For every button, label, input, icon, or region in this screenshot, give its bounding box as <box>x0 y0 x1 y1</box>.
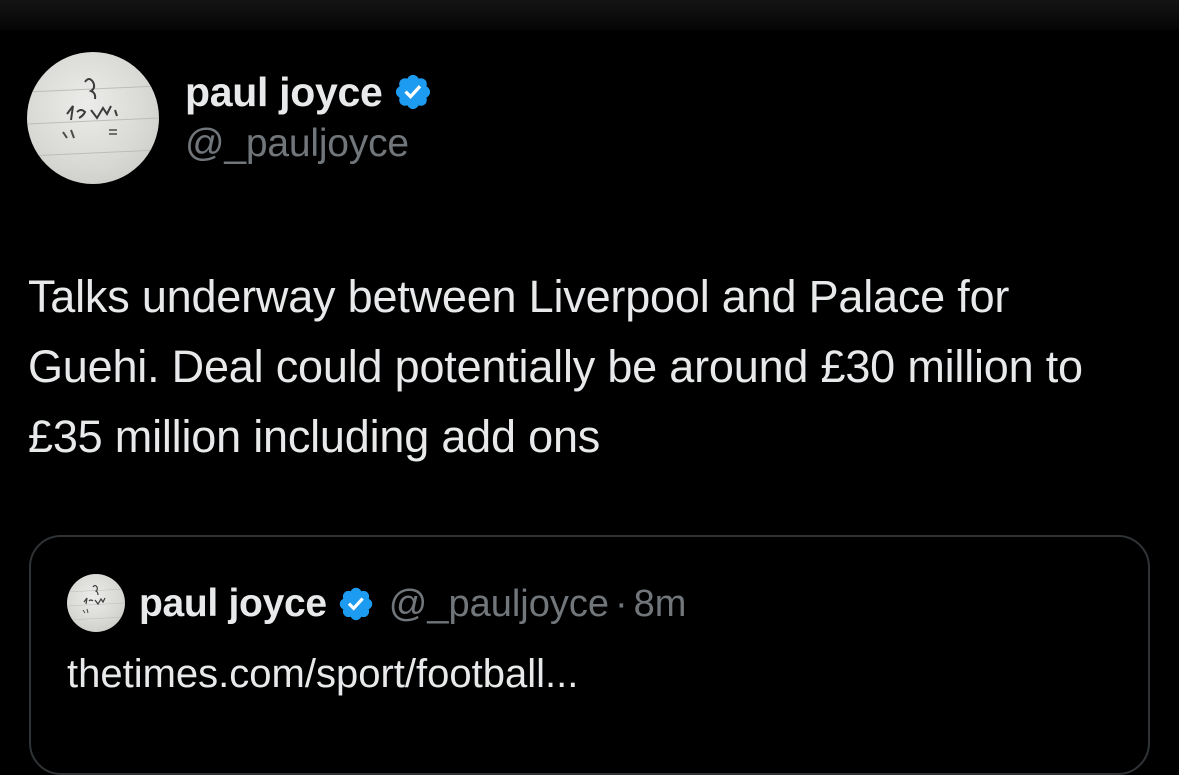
tweet-text: Talks underway between Liverpool and Pal… <box>28 271 1083 462</box>
handwritten-note-avatar-icon <box>27 78 159 157</box>
verified-badge-icon <box>337 585 375 623</box>
verified-badge-icon <box>393 72 433 112</box>
separator-dot: · <box>615 582 628 625</box>
quoted-tweet-header[interactable]: paul joyce @_pauljoyce · 8m <box>139 578 686 630</box>
author-name-row[interactable]: paul joyce <box>185 66 433 118</box>
handwritten-note-avatar-icon <box>67 584 125 621</box>
tweet: paul joyce @_pauljoyce Talks underway be… <box>0 0 1179 775</box>
author-display-name[interactable]: paul joyce <box>185 69 383 116</box>
author-avatar[interactable] <box>27 52 159 184</box>
quoted-tweet-link-text[interactable]: thetimes.com/sport/football... <box>67 652 578 697</box>
author-handle[interactable]: @_pauljoyce <box>185 122 409 166</box>
quoted-tweet-timestamp[interactable]: 8m <box>634 583 687 626</box>
quoted-author-handle[interactable]: @_pauljoyce <box>389 583 609 626</box>
quoted-author-display-name[interactable]: paul joyce <box>139 582 327 626</box>
quoted-author-avatar[interactable] <box>67 574 125 632</box>
